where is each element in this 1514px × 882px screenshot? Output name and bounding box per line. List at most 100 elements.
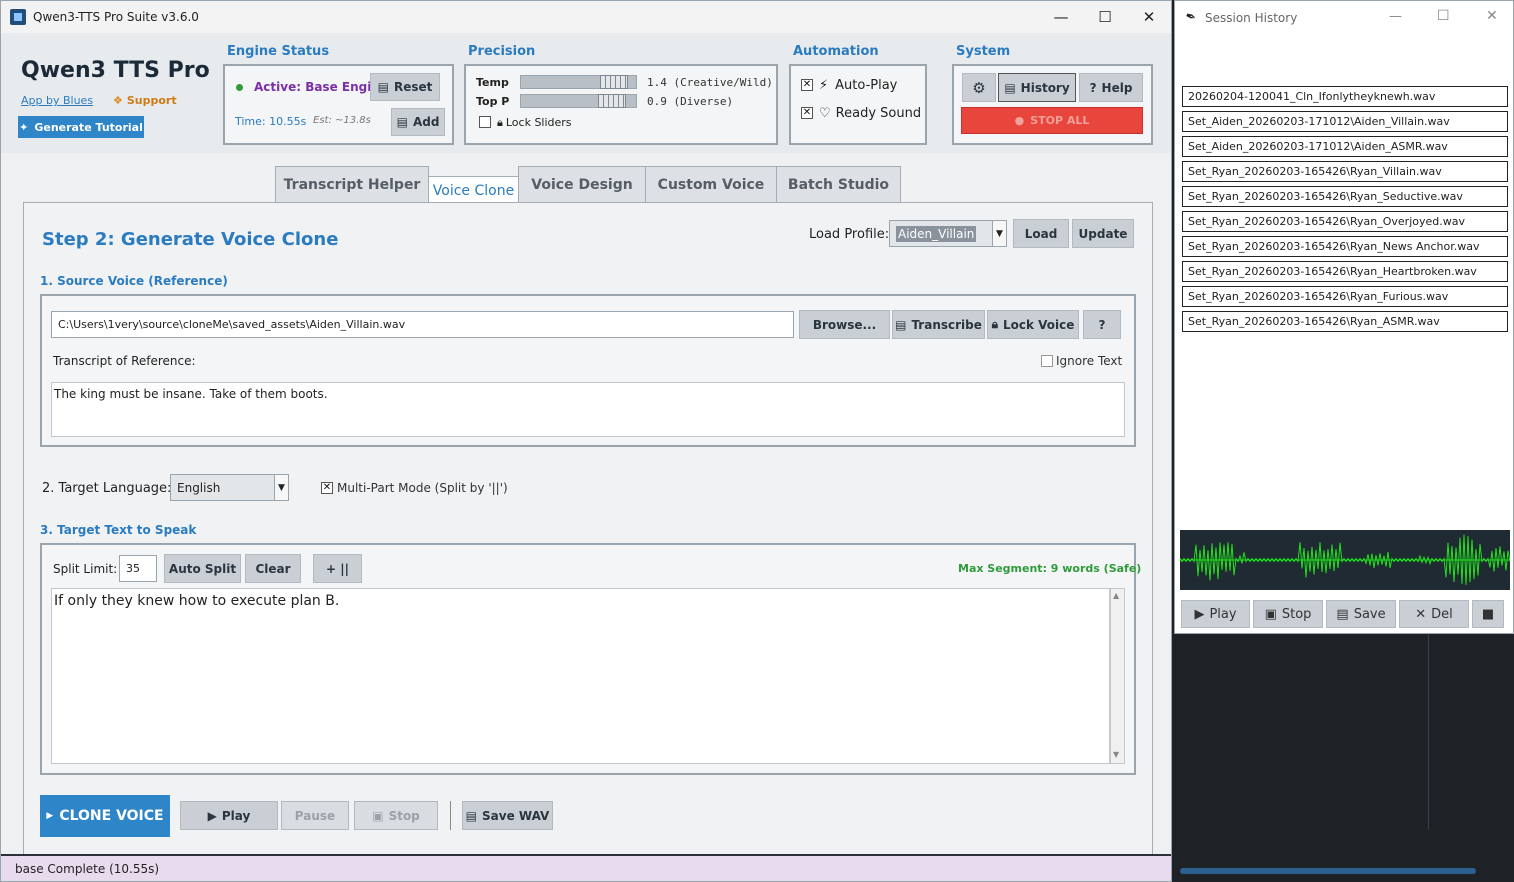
- tab-transcript-helper[interactable]: Transcript Helper: [275, 166, 429, 203]
- desktop-scrollbar: [1180, 868, 1476, 874]
- stop-button[interactable]: ▣ Stop: [354, 801, 438, 830]
- target-language-label: 2. Target Language:: [42, 481, 172, 496]
- generate-tutorial-button[interactable]: ✦ Generate Tutorial: [18, 116, 144, 138]
- lock-icon: 🔒︎: [991, 317, 998, 331]
- temp-slider[interactable]: [520, 75, 637, 89]
- temp-slider-handle[interactable]: [600, 75, 628, 89]
- automation-panel: [789, 64, 927, 145]
- auto-split-button[interactable]: Auto Split: [164, 554, 241, 583]
- transcribe-button[interactable]: ▤ Transcribe: [892, 310, 985, 339]
- settings-button[interactable]: ⚙︎: [962, 73, 996, 102]
- maximize-icon[interactable]: ☐: [1437, 8, 1450, 24]
- autoplay-label-wrap: ⚡︎ Auto-Play: [819, 78, 898, 93]
- history-save-button[interactable]: ▤ Save: [1326, 600, 1396, 628]
- stop-icon: ▣: [1264, 606, 1277, 622]
- automation-label: Automation: [793, 44, 879, 59]
- waveform-display: [1180, 530, 1510, 590]
- history-item[interactable]: Set_Ryan_20260203-165426\Ryan_Furious.wa…: [1182, 286, 1508, 307]
- split-marker-button[interactable]: + ||: [313, 554, 362, 583]
- history-item[interactable]: Set_Aiden_20260203-171012\Aiden_Villain.…: [1182, 111, 1508, 132]
- scroll-up-icon[interactable]: ▲: [1113, 591, 1119, 600]
- load-profile-label: Load Profile:: [809, 227, 890, 242]
- lock-sliders-checkbox[interactable]: [479, 116, 491, 128]
- gear-icon: ⚙︎: [972, 78, 986, 97]
- close-icon[interactable]: ✕: [1127, 5, 1171, 29]
- add-button[interactable]: ▤ Add: [391, 108, 445, 136]
- waveform: [1180, 534, 1510, 585]
- history-item[interactable]: Set_Ryan_20260203-165426\Ryan_ASMR.wav: [1182, 311, 1508, 332]
- topp-label: Top P: [476, 95, 510, 108]
- history-item[interactable]: Set_Ryan_20260203-165426\Ryan_Seductive.…: [1182, 186, 1508, 207]
- history-play-button[interactable]: ▶︎ Play: [1181, 600, 1250, 628]
- browse-button[interactable]: Browse...: [799, 310, 890, 339]
- support-link[interactable]: ❖ Support: [113, 94, 177, 107]
- stop-icon: ▣: [372, 808, 384, 823]
- desktop-divider: [1428, 634, 1429, 830]
- play-icon: ▶︎: [207, 808, 217, 823]
- split-limit-input[interactable]: 35: [119, 555, 157, 582]
- bell-icon: ♡: [819, 106, 831, 121]
- update-button[interactable]: Update: [1072, 219, 1134, 248]
- close-icon[interactable]: ✕: [1486, 8, 1498, 24]
- minimize-icon[interactable]: —: [1389, 9, 1402, 24]
- ready-sound-checkbox[interactable]: ✕: [801, 107, 813, 119]
- history-item[interactable]: 20260204-120041_Cln_Ifonlytheyknewh.wav: [1182, 86, 1508, 107]
- add-icon: ▤: [396, 115, 408, 129]
- autoplay-checkbox[interactable]: ✕: [801, 79, 813, 91]
- step-title: Step 2: Generate Voice Clone: [42, 229, 339, 250]
- maximize-icon[interactable]: ☐: [1083, 5, 1127, 29]
- main-window: Qwen3-TTS Pro Suite v3.6.0 — ☐ ✕ Qwen3 T…: [0, 0, 1172, 882]
- source-path-input[interactable]: C:\Users\1very\source\cloneMe\saved_asse…: [51, 311, 794, 338]
- tab-batch-studio[interactable]: Batch Studio: [776, 166, 901, 203]
- history-delete-button[interactable]: ✕ Del: [1399, 600, 1469, 628]
- window-title: Qwen3-TTS Pro Suite v3.6.0: [33, 10, 199, 24]
- scroll-down-icon[interactable]: ▼: [1113, 750, 1119, 759]
- profile-select[interactable]: Aiden_Villain ▼: [889, 220, 1007, 247]
- topp-slider-handle[interactable]: [598, 94, 626, 108]
- history-trash-button[interactable]: ■: [1472, 600, 1504, 628]
- engine-status-text: Active: Base Engine: [254, 80, 389, 94]
- history-stop-button[interactable]: ▣ Stop: [1253, 600, 1323, 628]
- lightning-icon: ⚡︎: [819, 78, 829, 93]
- play-button[interactable]: ▶︎ Play: [180, 801, 278, 830]
- tab-custom-voice[interactable]: Custom Voice: [645, 166, 777, 203]
- pause-button[interactable]: Pause: [281, 801, 349, 830]
- save-wav-button[interactable]: ▤ Save WAV: [462, 801, 553, 830]
- transcribe-icon: ▤: [895, 317, 907, 332]
- lock-voice-button[interactable]: 🔒︎ Lock Voice: [987, 310, 1079, 339]
- multipart-checkbox[interactable]: ✕: [321, 482, 333, 494]
- help-icon: ?: [1089, 80, 1097, 95]
- support-icon: ❖: [113, 94, 123, 107]
- history-button[interactable]: ▤ History: [998, 73, 1076, 102]
- history-item[interactable]: Set_Ryan_20260203-165426\Ryan_News Ancho…: [1182, 236, 1508, 257]
- help-button[interactable]: ? Help: [1079, 73, 1143, 102]
- app-by-link[interactable]: App by Blues: [21, 94, 93, 107]
- transcript-label: Transcript of Reference:: [53, 354, 196, 368]
- question-button[interactable]: ?: [1083, 310, 1121, 339]
- history-item[interactable]: Set_Ryan_20260203-165426\Ryan_Heartbroke…: [1182, 261, 1508, 282]
- history-item[interactable]: Set_Ryan_20260203-165426\Ryan_Villain.wa…: [1182, 161, 1508, 182]
- history-item[interactable]: Set_Ryan_20260203-165426\Ryan_Overjoyed.…: [1182, 211, 1508, 232]
- desktop-background: [1174, 634, 1514, 882]
- app-icon: [10, 9, 26, 25]
- stop-all-button[interactable]: ● STOP ALL: [961, 107, 1143, 134]
- tab-voice-design[interactable]: Voice Design: [518, 166, 646, 203]
- target-language-select[interactable]: English ▼: [170, 474, 289, 501]
- target-scrollbar[interactable]: ▲ ▼: [1110, 588, 1125, 764]
- ignore-text-checkbox[interactable]: [1041, 355, 1053, 367]
- topp-slider[interactable]: [520, 94, 637, 108]
- minimize-icon[interactable]: —: [1039, 5, 1083, 29]
- target-textarea[interactable]: If only they knew how to execute plan B.: [51, 588, 1110, 764]
- x-icon: ✕: [1415, 606, 1427, 622]
- load-button[interactable]: Load: [1013, 219, 1069, 248]
- tab-voice-clone[interactable]: Voice Clone: [428, 176, 519, 204]
- history-item[interactable]: Set_Aiden_20260203-171012\Aiden_ASMR.wav: [1182, 136, 1508, 157]
- clear-button[interactable]: Clear: [245, 554, 301, 583]
- source-voice-title: 1. Source Voice (Reference): [40, 274, 228, 288]
- history-icon: ▤: [1004, 80, 1016, 95]
- reset-icon: ▤: [377, 80, 389, 94]
- reset-button[interactable]: ▤ Reset: [370, 73, 440, 101]
- time-text: Time: 10.55s: [235, 115, 307, 128]
- transcript-textarea[interactable]: The king must be insane. Take of them bo…: [51, 382, 1125, 437]
- clone-voice-button[interactable]: ▶ CLONE VOICE: [40, 795, 170, 837]
